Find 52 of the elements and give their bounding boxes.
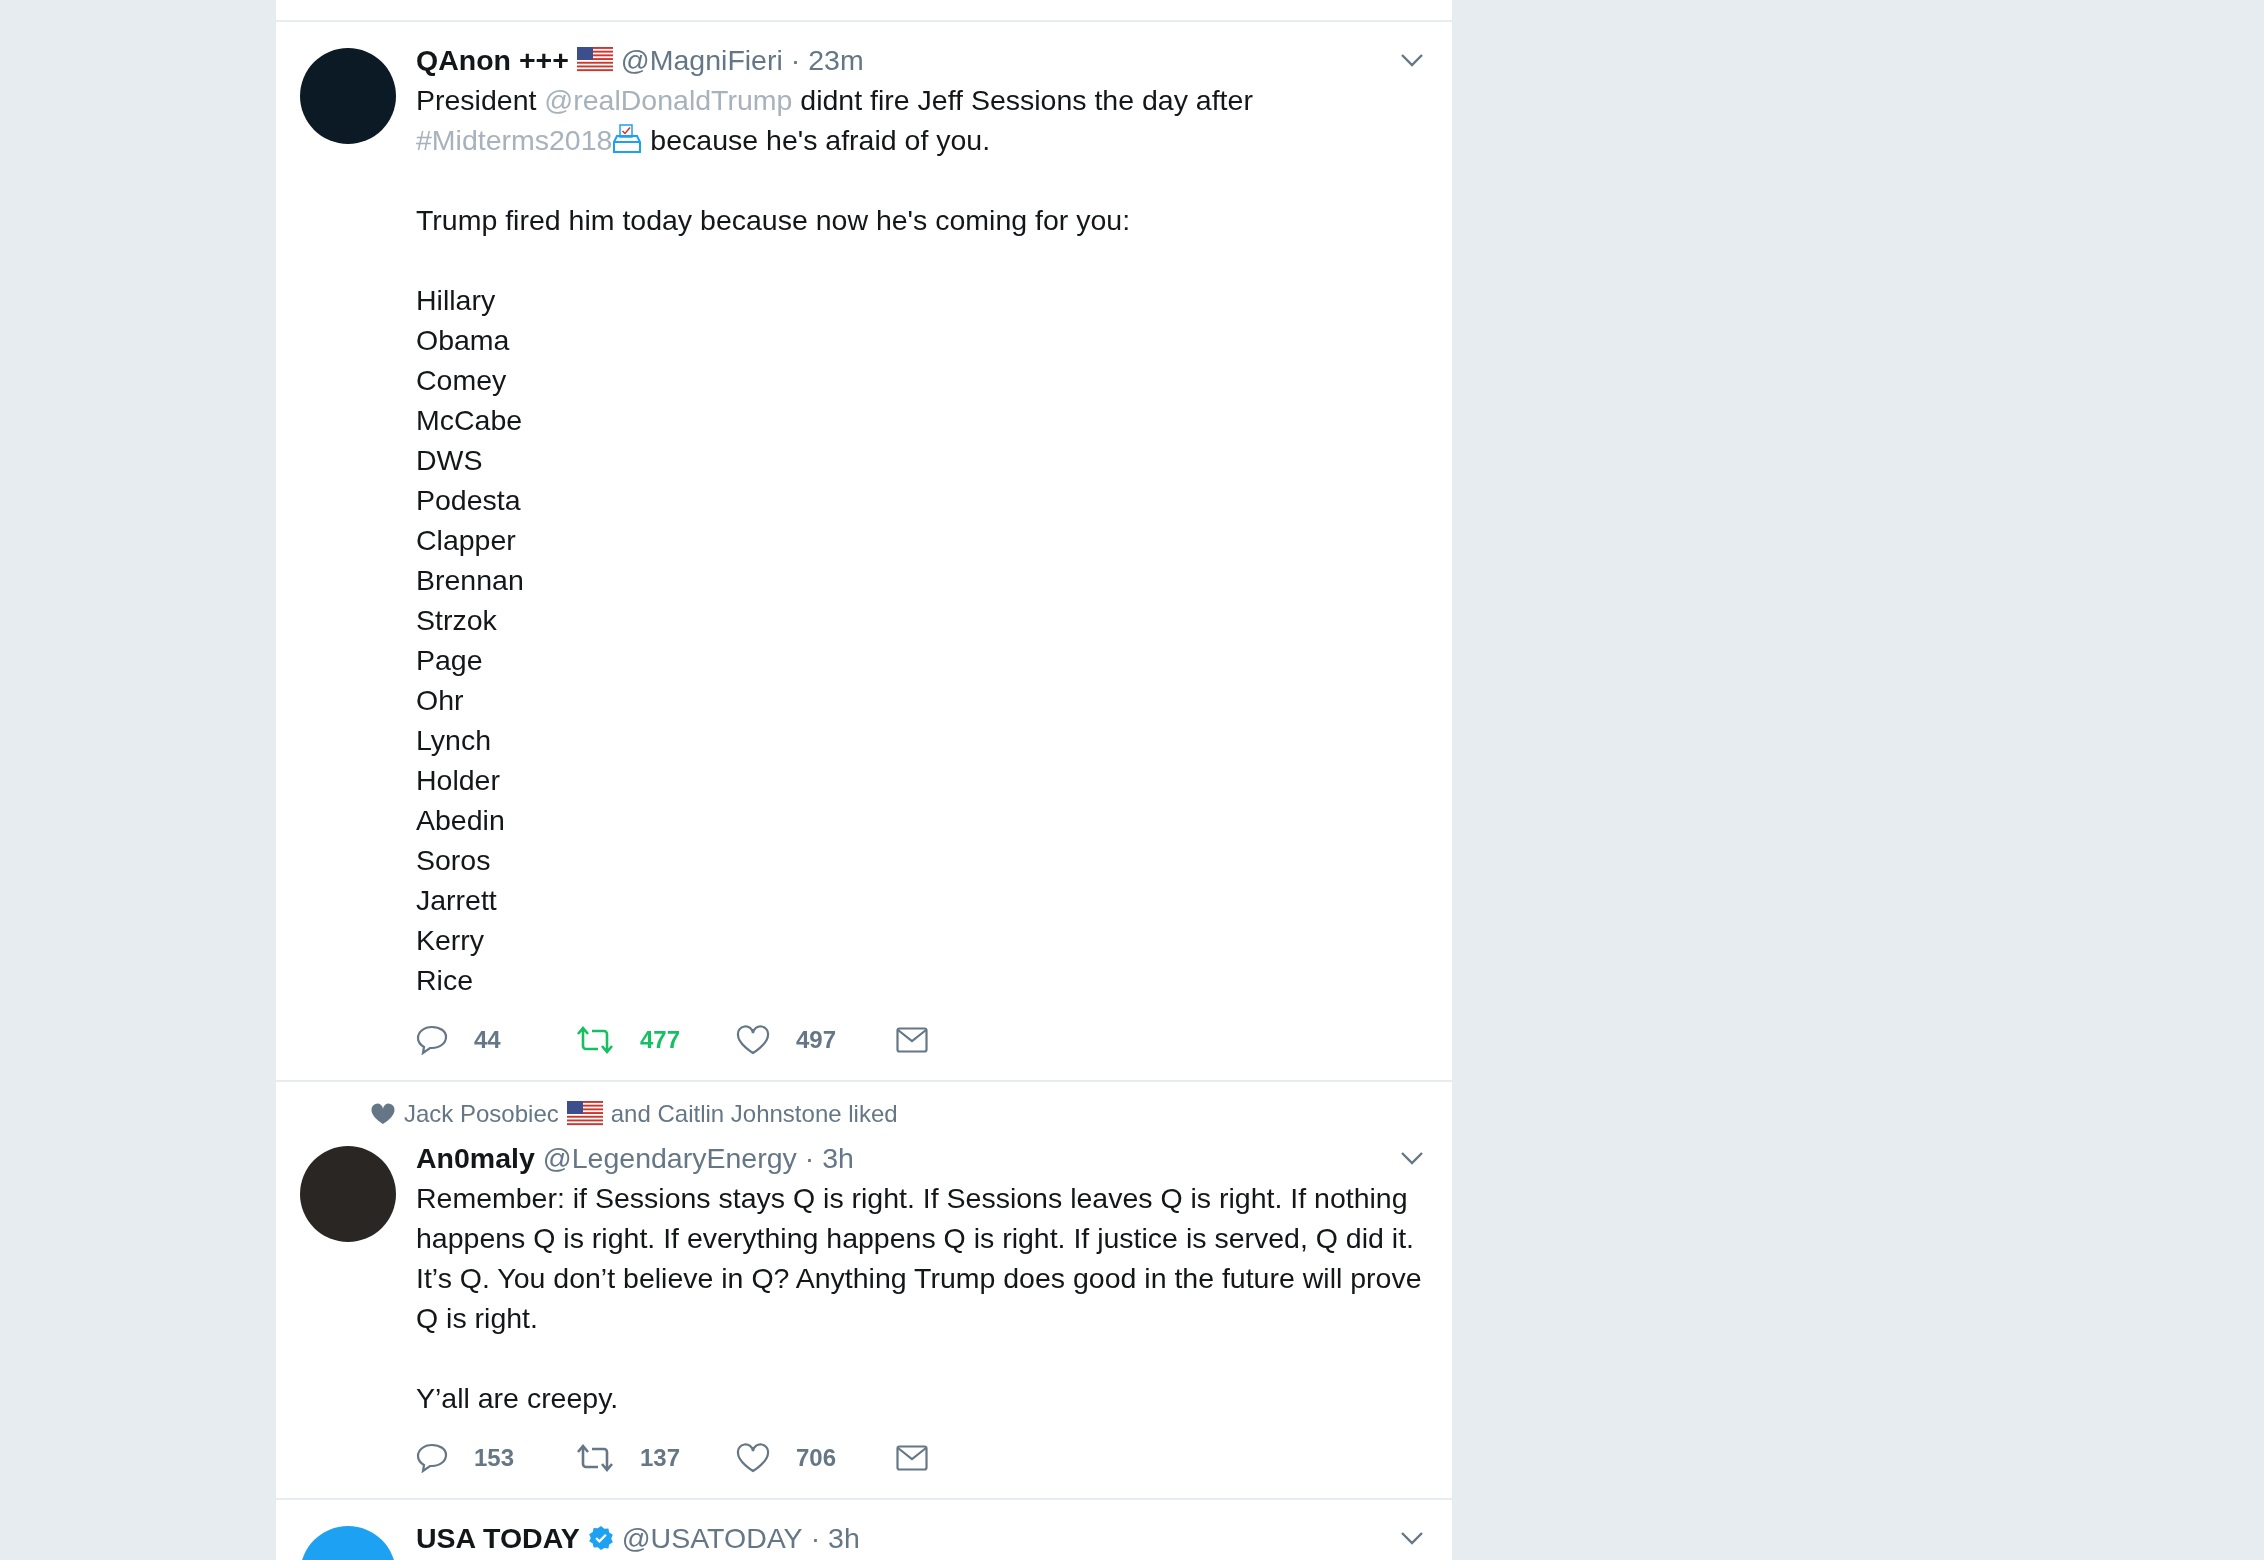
tweet-text: Y’all are creepy. [416,1381,620,1416]
tweet-text-line: Abedin [416,803,506,838]
heart-icon [370,1102,396,1126]
user-name[interactable]: An0maly [416,1141,535,1175]
liked-by-text: Jack Posobiec [404,1100,559,1128]
user-name[interactable]: QAnon +++ [416,43,569,77]
tweet-text-line: Holder [416,763,501,798]
tweet-text-line: Kerry [416,923,486,958]
user-handle[interactable]: @MagniFieri [620,43,783,77]
retweet-icon[interactable] [576,1443,614,1473]
user-handle[interactable]: @USATODAY [621,1521,803,1555]
tweet-text: Trump fired him today because now he's coming for you: [416,203,1132,238]
ballot-box-icon [612,124,643,154]
tweet-text-line: Comey [416,363,508,398]
heart-icon[interactable] [736,1025,770,1055]
tweet-text: President @realDonaldTrump didnt fire Jeff Sessions the day after #Midterms2018 because he's afraid of you. [416,83,1254,158]
tweet-text-line: Brennan [416,563,525,598]
tweet-text-line: Hillary [416,283,497,318]
reply-icon[interactable] [416,1025,448,1055]
tweet-text-line: Strzok [416,603,498,638]
action-count: 497 [796,1026,837,1054]
tweet-text-line: Page [416,643,484,678]
tweet-time: · 3h [804,1141,854,1175]
envelope-icon[interactable] [896,1027,928,1053]
tweet-text-line: Ohr [416,683,465,718]
action-count: 137 [640,1444,681,1472]
tweet-text-line: Lynch [416,723,492,758]
tweet-text: Remember: if Sessions stays Q is right. If Sessions leaves Q is right. If nothing happens Q is right. If everything happens Q is right. If justice is served, Q did it. It’s Q. You don’t believe in Q? Anything Trump does good in the future will prove Q is right. [416,1181,1423,1336]
envelope-icon[interactable] [896,1445,928,1471]
action-count: 477 [640,1026,681,1054]
tweet-text-line: Podesta [416,483,522,518]
tweet-text-line: Rice [416,963,474,998]
reply-icon[interactable] [416,1443,448,1473]
user-name[interactable]: USA TODAY [416,1521,580,1555]
tweet-text-line: Jarrett [416,883,498,918]
tweet-time: · 3h [810,1521,860,1555]
tweet-text-line: McCabe [416,403,524,438]
tweet-text-line: DWS [416,443,484,478]
retweet-icon[interactable] [576,1025,614,1055]
tweet-text-line: Soros [416,843,492,878]
action-count: 153 [474,1444,515,1472]
heart-icon[interactable] [736,1443,770,1473]
flag-icon [566,1101,603,1127]
action-count: 706 [796,1444,837,1472]
tweet-text-line: Obama [416,323,511,358]
user-handle[interactable]: @LegendaryEnergy [542,1141,797,1175]
action-count: 44 [474,1026,501,1054]
tweet-text-line: Clapper [416,523,517,558]
flag-icon [576,47,613,73]
tweet-time: · 23m [790,43,864,77]
verified-badge-icon [587,1525,614,1551]
liked-by-text: and Caitlin Johnstone liked [610,1100,898,1128]
